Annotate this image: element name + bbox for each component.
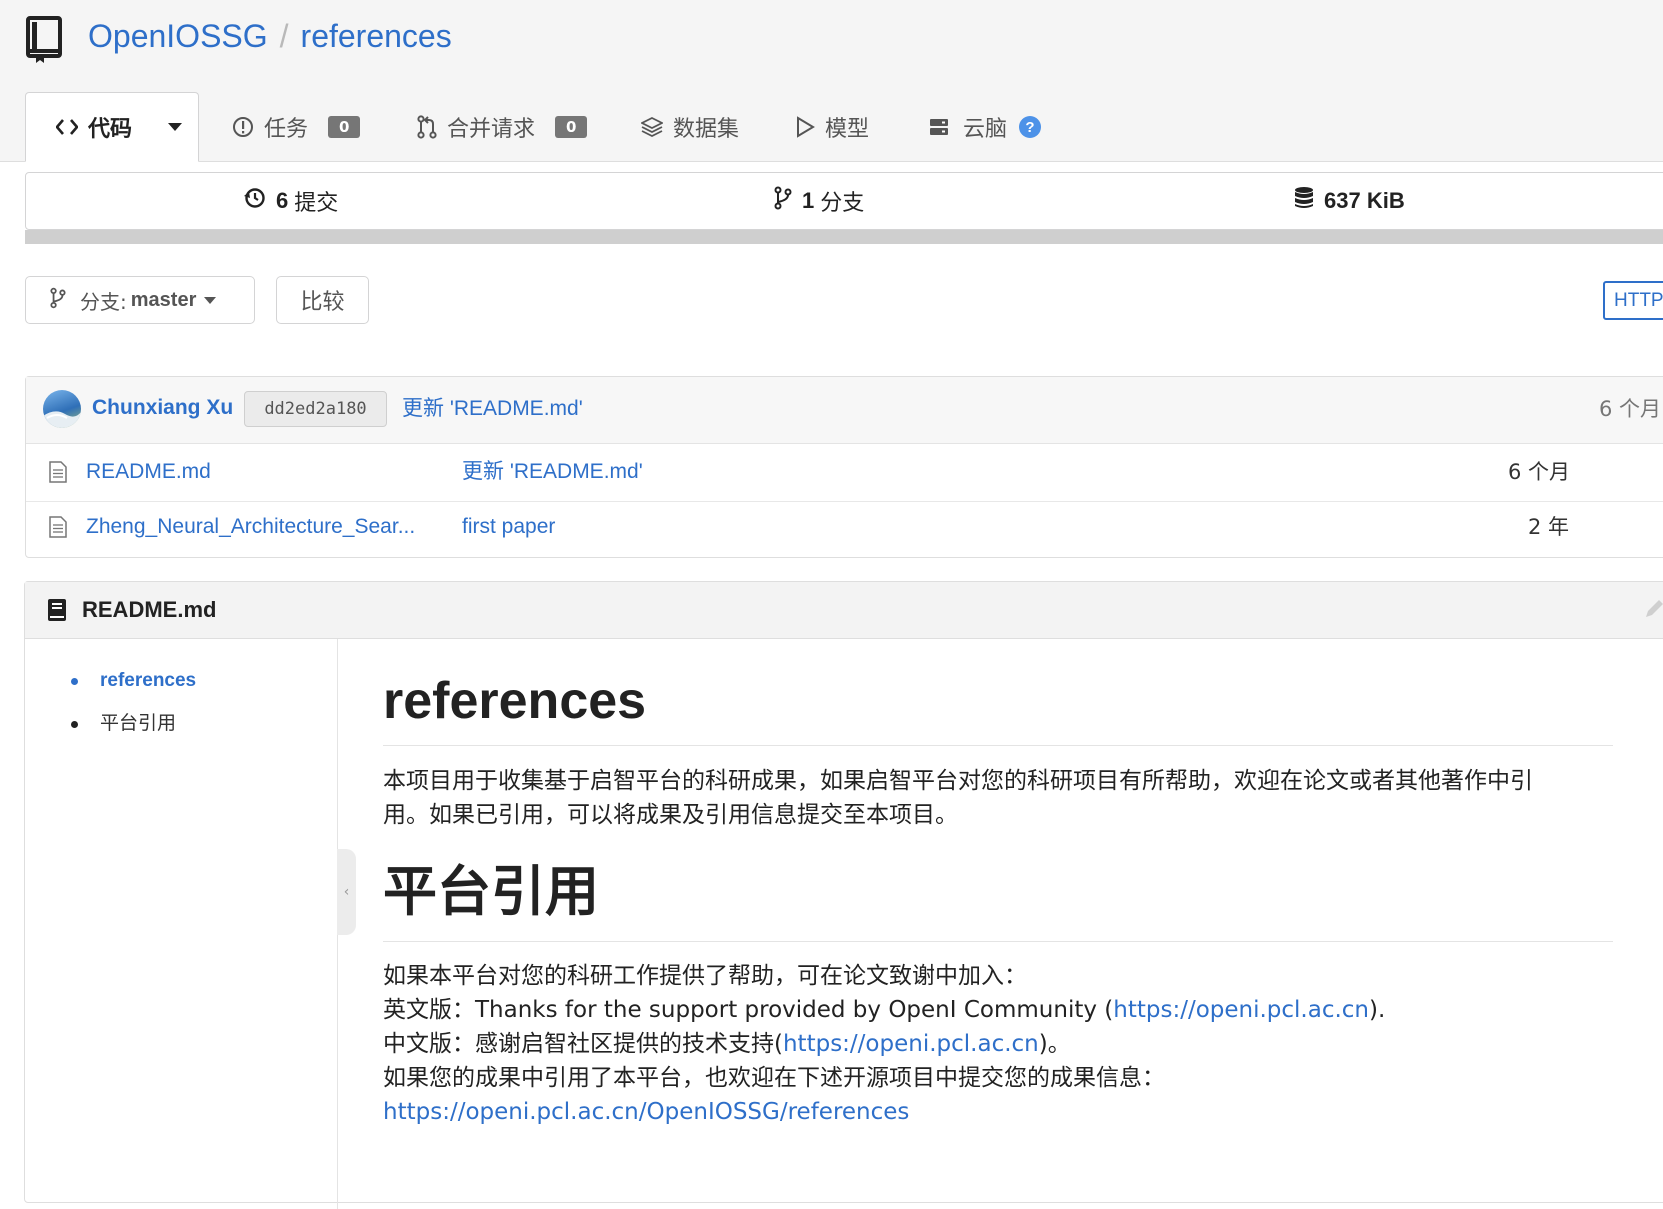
commits-label: 提交	[294, 191, 339, 216]
branches-label: 分支	[820, 191, 865, 216]
citation-english-suffix: ).	[1369, 997, 1386, 1023]
divider	[383, 941, 1613, 942]
toc-item-platform-citation[interactable]: 平台引用	[71, 702, 196, 745]
citation-line-repo: https://openi.pcl.ac.cn/OpenIOSSG/refere…	[383, 1095, 1385, 1129]
history-icon	[244, 187, 266, 215]
commit-message-link[interactable]: 更新 'README.md'	[402, 394, 583, 424]
citation-line: 如果本平台对您的科研工作提供了帮助，可在论文致谢中加入：	[383, 963, 1027, 989]
tab-cloudbrain-label: 云脑	[963, 117, 1008, 142]
size-stat: 637 KiB	[1294, 173, 1411, 229]
divider	[383, 745, 1613, 746]
branch-icon	[774, 186, 792, 216]
file-name-link[interactable]: Zheng_Neural_Architecture_Sear...	[86, 512, 415, 542]
citation-line-chinese: 中文版：感谢启智社区提供的技术支持(https://openi.pcl.ac.c…	[383, 1027, 1385, 1061]
tab-issues[interactable]: 任务 0	[232, 92, 361, 162]
repo-book-icon	[26, 16, 62, 68]
issues-count-badge: 0	[328, 116, 361, 138]
compare-button[interactable]: 比较	[276, 276, 369, 324]
toc-collapse-toggle[interactable]: ‹	[337, 849, 356, 935]
repo-breadcrumb: OpenIOSSG / references	[88, 14, 452, 58]
readme-intro: 本项目用于收集基于启智平台的科研成果，如果启智平台对您的科研项目有所帮助，欢迎在…	[383, 764, 1603, 832]
toc-item-references[interactable]: references	[71, 659, 196, 702]
commits-stat[interactable]: 6 提交	[244, 173, 338, 229]
help-icon[interactable]: ?	[1019, 116, 1042, 138]
pull-requests-count-badge: 0	[555, 116, 588, 138]
server-icon	[929, 117, 949, 137]
tab-datasets[interactable]: 数据集	[641, 92, 739, 162]
citation-line: 如果您的成果中引用了本平台，也欢迎在下述开源项目中提交您的成果信息：	[383, 1065, 1165, 1091]
references-repo-link[interactable]: https://openi.pcl.ac.cn/OpenIOSSG/refere…	[383, 1099, 909, 1125]
readme-filename: README.md	[82, 597, 217, 622]
file-icon	[49, 461, 67, 487]
chevron-down-icon	[204, 296, 217, 304]
repo-stats-bar: 6 提交 1 分支 637 KiB	[25, 172, 1663, 230]
commits-count: 6	[276, 188, 289, 213]
file-table: Chunxiang Xu dd2ed2a180 更新 'README.md' 6…	[25, 376, 1663, 558]
breadcrumb-separator: /	[279, 18, 289, 54]
citation-line-english: 英文版：Thanks for the support provided by O…	[383, 993, 1385, 1027]
chevron-down-icon[interactable]	[168, 123, 183, 131]
table-row: Zheng_Neural_Architecture_Sear... first …	[26, 499, 1663, 556]
branches-count: 1	[802, 188, 815, 213]
file-name-link[interactable]: README.md	[86, 457, 211, 487]
layers-icon	[641, 116, 663, 138]
play-icon	[795, 116, 815, 138]
branch-selector-value: master	[130, 288, 197, 311]
readme-panel: README.md references 平台引用 ‹ references 本…	[24, 581, 1663, 1209]
readme-intro-line: 本项目用于收集基于启智平台的科研成果，如果启智平台对您的科研项目有所帮助，欢迎在…	[383, 768, 1533, 794]
table-row: README.md 更新 'README.md' 6 个月	[26, 444, 1663, 502]
citation-text: 如果本平台对您的科研工作提供了帮助，可在论文致谢中加入： 英文版：Thanks …	[383, 959, 1385, 1129]
book-icon	[47, 598, 67, 626]
tab-datasets-label: 数据集	[673, 117, 740, 142]
readme-title: references	[383, 672, 647, 730]
citation-chinese-suffix: )。	[1038, 1031, 1071, 1057]
branch-icon	[50, 287, 66, 314]
commit-author-link[interactable]: Chunxiang Xu	[92, 393, 233, 423]
branch-selector-label: 分支:	[80, 289, 127, 314]
tab-issues-label: 任务	[264, 117, 309, 142]
file-commit-link[interactable]: 更新 'README.md'	[462, 457, 643, 487]
branches-stat[interactable]: 1 分支	[774, 173, 864, 229]
openi-link[interactable]: https://openi.pcl.ac.cn	[783, 1031, 1039, 1057]
repo-owner-link[interactable]: OpenIOSSG	[88, 18, 268, 54]
citation-english-prefix: 英文版：Thanks for the support provided by O…	[383, 997, 1114, 1023]
repo-size: 637 KiB	[1324, 188, 1405, 213]
repo-name-link[interactable]: references	[301, 18, 452, 54]
file-age: 2 年	[1528, 515, 1570, 539]
tab-code[interactable]: 代码	[25, 92, 199, 162]
issue-icon	[232, 116, 254, 138]
tab-code-label: 代码	[88, 117, 133, 142]
tab-pull-requests-label: 合并请求	[447, 117, 536, 142]
commit-age: 6 个月	[1599, 397, 1662, 421]
stats-bar-shadow	[25, 230, 1663, 244]
tab-models[interactable]: 模型	[795, 92, 869, 162]
file-commit-link[interactable]: first paper	[462, 512, 555, 542]
citation-chinese-prefix: 中文版：感谢启智社区提供的技术支持(	[383, 1031, 783, 1057]
avatar[interactable]	[43, 390, 81, 428]
database-icon	[1294, 186, 1314, 216]
file-icon	[49, 516, 67, 542]
latest-commit-row: Chunxiang Xu dd2ed2a180 更新 'README.md' 6…	[26, 377, 1663, 444]
readme-intro-line: 用。如果已引用，可以将成果及引用信息提交至本项目。	[383, 802, 958, 828]
file-age: 6 个月	[1508, 460, 1571, 484]
tab-models-label: 模型	[825, 117, 870, 142]
commit-sha-button[interactable]: dd2ed2a180	[244, 391, 387, 427]
repo-tabs: 代码 任务 0 合并请求 0 数据集 模型 云脑 ?	[0, 92, 1663, 162]
tab-pull-requests[interactable]: 合并请求 0	[417, 92, 588, 162]
openi-link[interactable]: https://openi.pcl.ac.cn	[1113, 997, 1369, 1023]
pull-request-icon	[417, 115, 437, 139]
tab-cloudbrain[interactable]: 云脑 ?	[929, 92, 1042, 162]
pencil-icon[interactable]	[1643, 598, 1663, 624]
readme-toc: references 平台引用	[25, 639, 338, 1209]
branch-selector[interactable]: 分支: master	[25, 276, 255, 324]
clone-http-button[interactable]: HTTP	[1603, 281, 1663, 320]
section-title: 平台引用	[383, 860, 599, 923]
readme-header: README.md	[25, 582, 1663, 639]
code-icon	[56, 118, 78, 136]
repo-header: OpenIOSSG / references 代码 任务 0 合并请求 0 数据…	[0, 0, 1663, 162]
